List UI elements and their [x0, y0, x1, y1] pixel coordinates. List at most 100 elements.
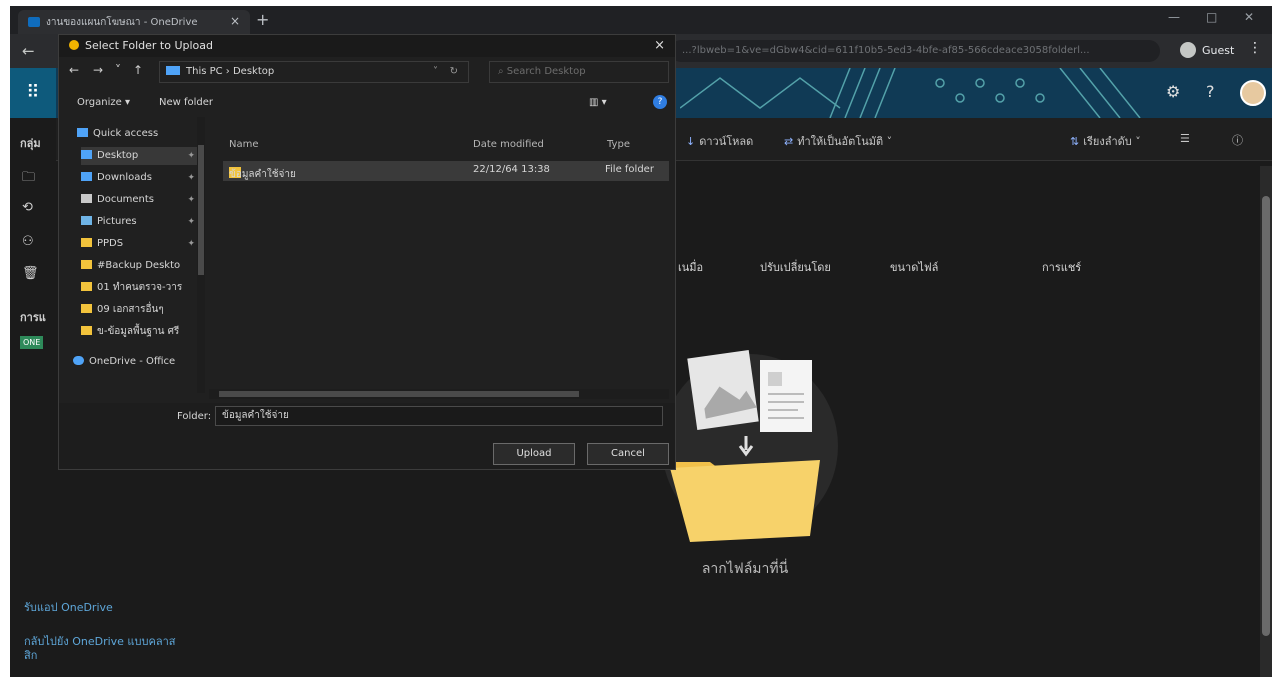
folder-icon: [81, 304, 92, 313]
tree-item-onedrive[interactable]: OneDrive - Office: [73, 353, 193, 371]
onedrive-cloud-icon: [73, 356, 84, 365]
tree-item-ppds[interactable]: PPDS ✦: [81, 235, 201, 253]
user-avatar[interactable]: [1240, 80, 1266, 106]
files-icon[interactable]: 🗀: [22, 168, 35, 190]
view-button[interactable]: ☰: [1180, 132, 1190, 145]
guest-profile-button[interactable]: Guest: [1180, 42, 1234, 58]
column-sharing-header[interactable]: การแชร์: [1042, 258, 1081, 276]
column-name-header[interactable]: Name: [229, 139, 259, 150]
tab-title: งานของแผนกโฆษณา - OneDrive: [46, 16, 198, 28]
tree-item-quick-access[interactable]: Quick access: [77, 125, 197, 143]
app-launcher-icon[interactable]: ⠿: [10, 68, 56, 118]
get-onedrive-apps-link[interactable]: รับแอป OneDrive: [24, 598, 113, 616]
breadcrumb[interactable]: This PC › Desktop ˅ ↻: [159, 61, 469, 83]
pin-icon: ✦: [187, 173, 195, 183]
profile-icon: [1180, 42, 1196, 58]
view-toggle-icon[interactable]: ▥ ▾: [589, 97, 607, 108]
tree-scrollbar[interactable]: [197, 117, 205, 393]
folder-icon: [81, 282, 92, 291]
downloads-icon: [81, 172, 92, 181]
classic-onedrive-link-cont[interactable]: สิก: [24, 646, 37, 664]
pin-icon: ✦: [187, 239, 195, 249]
nav-recent-icon[interactable]: ˅: [115, 63, 121, 77]
tree-scrollbar-thumb[interactable]: [198, 145, 204, 275]
new-folder-button[interactable]: New folder: [159, 97, 213, 108]
hscroll-thumb[interactable]: [219, 391, 579, 397]
tree-item-label: #Backup Deskto: [97, 260, 181, 271]
dialog-title-bar: Select Folder to Upload ×: [59, 35, 675, 57]
header-banner-pattern: [680, 68, 1141, 118]
download-button[interactable]: ↓ ดาวน์โหลด: [686, 132, 753, 150]
automate-button[interactable]: ⇄ ทำให้เป็นอัตโนมัติ ˅: [784, 132, 892, 150]
sort-button[interactable]: ⇅ เรียงลำดับ ˅: [1070, 132, 1141, 150]
browser-tab[interactable]: งานของแผนกโฆษณา - OneDrive ×: [18, 10, 250, 34]
settings-icon[interactable]: ⚙: [1166, 82, 1180, 101]
refresh-icon[interactable]: ↻: [450, 62, 458, 82]
tab-close-icon[interactable]: ×: [230, 14, 240, 28]
file-row[interactable]: ข้อมูลคำใช้จ่าย 22/12/64 13:38 File fold…: [223, 161, 669, 181]
search-input[interactable]: ⌕ Search Desktop: [489, 61, 669, 83]
tree-item-basic-data[interactable]: ข-ข้อมูลพื้นฐาน ศรี: [81, 323, 201, 341]
folder-icon: [81, 326, 92, 335]
folder-name-field[interactable]: ข้อมูลคำใช้จ่าย: [215, 406, 663, 426]
nav-forward-icon[interactable]: →: [93, 63, 103, 77]
tree-item-folder-09[interactable]: 09 เอกสารอื่นๆ: [81, 301, 201, 319]
scrollbar-thumb[interactable]: [1262, 196, 1270, 636]
column-type-header[interactable]: Type: [607, 139, 630, 150]
upload-button[interactable]: Upload: [493, 443, 575, 465]
address-bar[interactable]: ...?lbweb=1&ve=dGbw4&cid=611f10b5-5ed3-4…: [670, 40, 1160, 62]
shared-icon[interactable]: ⚇: [22, 234, 34, 249]
tree-item-backup[interactable]: #Backup Deskto: [81, 257, 201, 275]
tree-item-folder-01[interactable]: 01 ทำคนตรวจ-วาร: [81, 279, 201, 297]
folder-icon: [81, 238, 92, 247]
maximize-icon[interactable]: □: [1206, 10, 1217, 24]
column-modified-header[interactable]: เนมื่อ: [678, 258, 703, 276]
column-date-header[interactable]: Date modified: [473, 139, 544, 150]
tree-item-pictures[interactable]: Pictures ✦: [81, 213, 201, 231]
tree-item-desktop[interactable]: Desktop ✦: [81, 147, 201, 165]
minimize-icon[interactable]: —: [1168, 10, 1180, 24]
recycle-bin-icon[interactable]: 🗑: [22, 266, 39, 281]
browser-window: งานของแผนกโฆษณา - OneDrive × + — □ ✕ ← .…: [10, 6, 1272, 677]
new-tab-button[interactable]: +: [256, 10, 269, 29]
breadcrumb-dropdown-icon[interactable]: ˅: [433, 62, 438, 82]
tree-item-label: Downloads: [97, 172, 152, 183]
tree-item-label: 09 เอกสารอื่นๆ: [97, 304, 164, 315]
window-close-icon[interactable]: ✕: [1244, 10, 1254, 24]
library-badge[interactable]: ONE: [20, 336, 44, 349]
cancel-button[interactable]: Cancel: [587, 443, 669, 465]
star-icon: [77, 128, 88, 137]
file-type: File folder: [605, 164, 654, 175]
organize-menu[interactable]: Organize ▾: [77, 97, 130, 108]
pin-icon: ✦: [187, 195, 195, 205]
column-modified-by-header[interactable]: ปรับเปลี่ยนโดย: [760, 258, 831, 276]
this-pc-icon: [166, 66, 180, 75]
list-horizontal-scrollbar[interactable]: [209, 389, 669, 399]
dialog-close-icon[interactable]: ×: [654, 35, 665, 57]
tree-item-documents[interactable]: Documents ✦: [81, 191, 201, 209]
column-file-size-header[interactable]: ขนาดไฟล์: [890, 258, 938, 276]
nav-up-icon[interactable]: ↑: [133, 63, 143, 77]
page-scrollbar[interactable]: [1260, 166, 1272, 677]
info-icon[interactable]: ⓘ: [1232, 132, 1243, 148]
search-placeholder: Search Desktop: [506, 66, 586, 77]
nav-back-icon[interactable]: ←: [69, 63, 79, 77]
help-icon[interactable]: ?: [1206, 82, 1215, 101]
tree-item-label: 01 ทำคนตรวจ-วาร: [97, 282, 183, 293]
recent-icon[interactable]: ⟲: [22, 200, 33, 215]
tree-item-downloads[interactable]: Downloads ✦: [81, 169, 201, 187]
browser-back-button[interactable]: ←: [22, 42, 35, 60]
navigation-tree: Quick access Desktop ✦ Downloads ✦ Documen…: [63, 117, 207, 393]
help-icon[interactable]: ?: [653, 95, 667, 109]
select-folder-dialog: Select Folder to Upload × ← → ˅ ↑ This P…: [58, 34, 676, 470]
classic-onedrive-link[interactable]: กลับไปยัง OneDrive แบบคลาส: [24, 632, 175, 650]
tree-item-label: Quick access: [93, 128, 159, 139]
shared-libraries-label: การแ: [20, 311, 46, 324]
drop-files-text: ลากไฟล์มาที่นี่: [701, 561, 789, 577]
dialog-nav-bar: ← → ˅ ↑ This PC › Desktop ˅ ↻ ⌕ Search D…: [59, 57, 675, 87]
tree-item-label: Pictures: [97, 216, 137, 227]
tab-bar: งานของแผนกโฆษณา - OneDrive × + — □ ✕: [10, 6, 1272, 34]
browser-menu-icon[interactable]: ⋮: [1248, 40, 1262, 56]
folder-label: Folder:: [177, 411, 212, 422]
tree-item-label: ข-ข้อมูลพื้นฐาน ศรี: [97, 326, 180, 337]
